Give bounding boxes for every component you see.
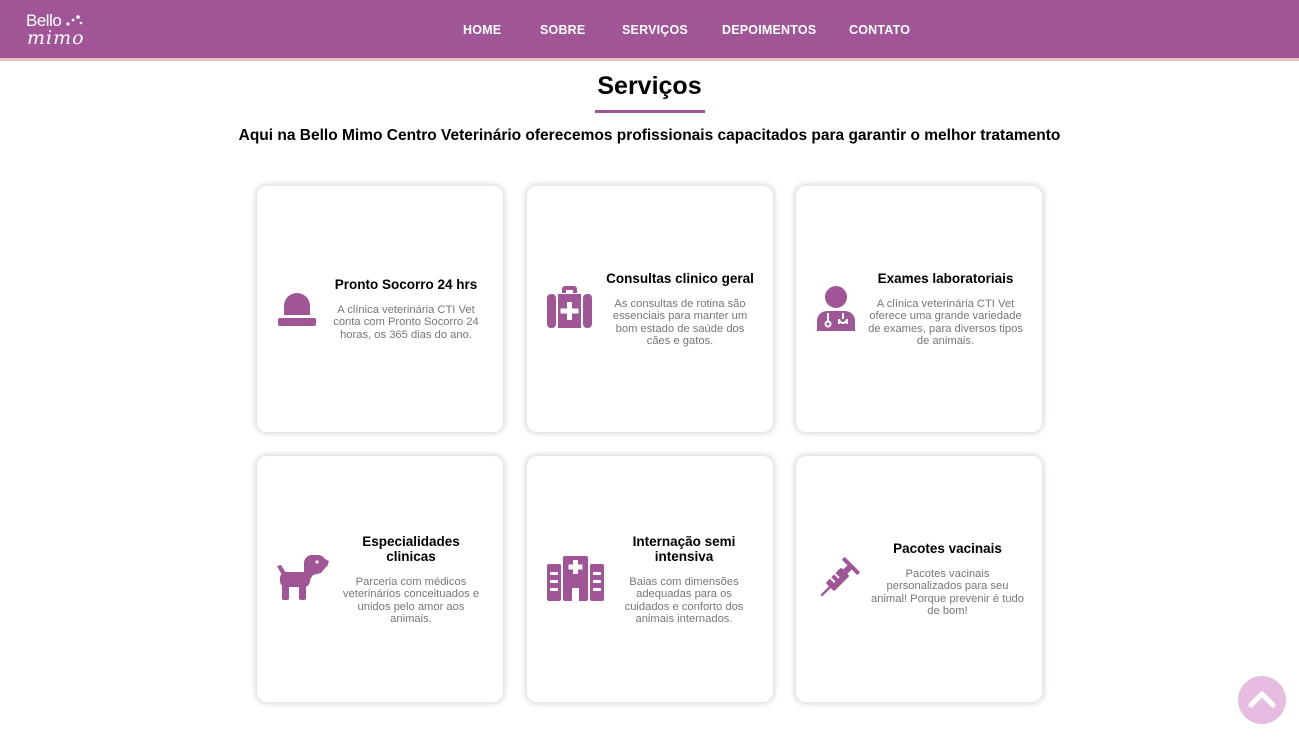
service-title: Especialidades clinicas: [362, 534, 460, 564]
dog-icon: [277, 555, 329, 601]
service-description: A clínica veterinária CTI Vet conta com …: [333, 304, 479, 341]
service-description: Pacotes vacinais personalizados para seu…: [871, 568, 1024, 617]
nav-contato[interactable]: CONTATO: [849, 23, 910, 37]
service-description: Baias com dimensões adequadas para os cu…: [624, 576, 744, 625]
section-title: Serviços: [597, 72, 702, 100]
main-nav: HOME SOBRE SERVIÇOS DEPOIMENTOS CONTATO: [0, 0, 1299, 61]
service-title: Consultas clinico geral: [606, 271, 754, 286]
service-card-consultas[interactable]: Consultas clinico geral As consultas de …: [527, 186, 773, 432]
navbar: Bello mimo HOME SOBRE SERVIÇOS DEPOIMENT…: [0, 0, 1299, 61]
service-title: Internação semi intensiva: [632, 534, 736, 564]
nav-depoimentos[interactable]: DEPOIMENTOS: [722, 23, 816, 37]
service-description: Parceria com médicos veterinários concei…: [342, 576, 480, 625]
service-card-especialidades[interactable]: Especialidades clinicas Parceria com méd…: [257, 456, 503, 702]
service-card-pronto-socorro[interactable]: Pronto Socorro 24 hrs A clínica veteriná…: [257, 186, 503, 432]
service-description: As consultas de rotina são essenciais pa…: [612, 298, 748, 347]
service-title: Pronto Socorro 24 hrs: [334, 277, 478, 292]
service-title: Exames laboratoriais: [877, 271, 1014, 286]
syringe-icon: [816, 555, 862, 601]
nav-sobre[interactable]: SOBRE: [540, 23, 585, 37]
hospital-icon: [547, 556, 604, 601]
chevron-up-icon: [1248, 691, 1276, 708]
service-card-exames[interactable]: Exames laboratoriais A clínica veterinár…: [796, 186, 1042, 432]
title-underline: [595, 110, 705, 113]
service-card-pacotes-vacinais[interactable]: Pacotes vacinais Pacotes vacinais person…: [796, 456, 1042, 702]
nav-home[interactable]: HOME: [463, 23, 501, 37]
medkit-icon: [547, 286, 592, 328]
service-description: A clínica veterinária CTI Vet oferece um…: [868, 298, 1023, 347]
section-subtitle: Aqui na Bello Mimo Centro Veterinário of…: [238, 127, 1061, 144]
back-to-top-button[interactable]: [1238, 676, 1286, 724]
nav-servicos[interactable]: SERVIÇOS: [622, 23, 688, 37]
service-card-internacao[interactable]: Internação semi intensiva Baias com dime…: [527, 456, 773, 702]
doctor-icon: [816, 286, 856, 331]
siren-icon: [277, 288, 317, 328]
service-title: Pacotes vacinais: [893, 541, 1002, 556]
